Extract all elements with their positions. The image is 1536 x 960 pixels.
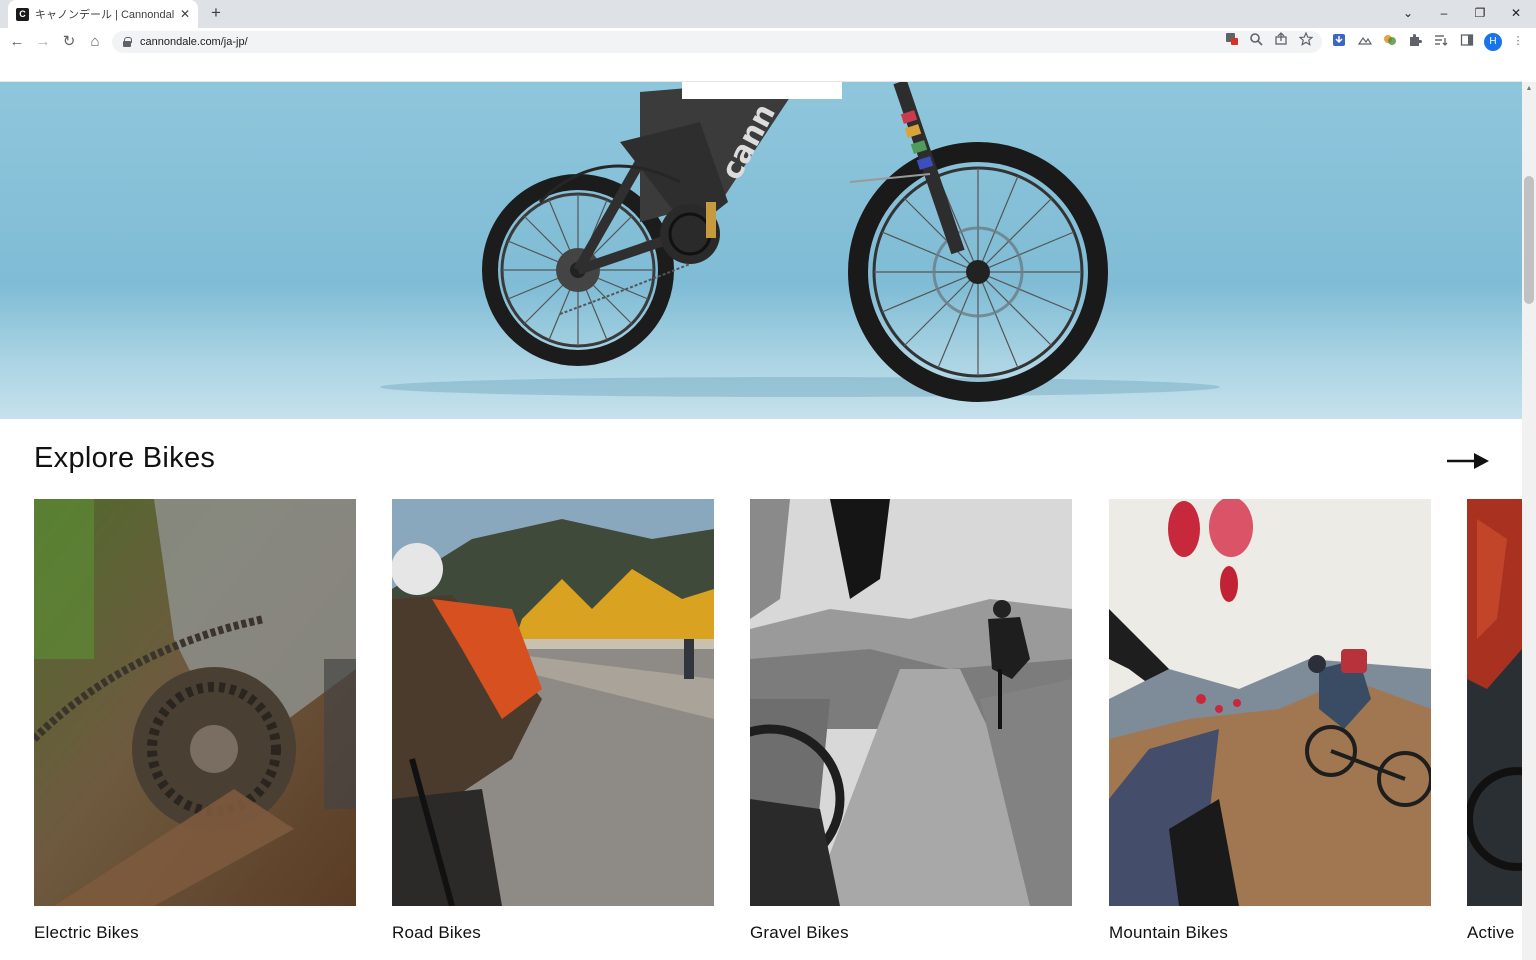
section-title: Explore Bikes xyxy=(34,442,216,474)
bookmark-star-icon[interactable] xyxy=(1298,31,1314,48)
download-extension-icon[interactable] xyxy=(1331,33,1347,49)
reload-button[interactable]: ↻ xyxy=(59,32,79,52)
close-window-button[interactable]: ✕ xyxy=(1498,0,1534,28)
minimize-button[interactable]: – xyxy=(1426,0,1462,28)
browser-tab-strip: C キャノンデール | Cannondale Bikes - ✕ + ⌄ – ❐… xyxy=(0,0,1536,28)
carousel-next-button[interactable] xyxy=(1446,450,1490,472)
lock-icon xyxy=(122,37,132,47)
colorful-extension-icon[interactable] xyxy=(1382,33,1398,49)
share-icon[interactable] xyxy=(1273,32,1289,48)
profile-avatar[interactable]: H xyxy=(1484,33,1502,51)
mountain-extension-icon[interactable] xyxy=(1357,33,1373,49)
browser-menu-icon[interactable]: ⋮ xyxy=(1510,33,1526,49)
site-header xyxy=(0,56,1522,82)
zoom-icon[interactable] xyxy=(1248,32,1264,48)
category-label-active[interactable]: Active xyxy=(1467,923,1515,943)
tab-close-icon[interactable]: ✕ xyxy=(178,7,192,21)
category-label-mountain[interactable]: Mountain Bikes xyxy=(1109,923,1228,943)
reading-list-icon[interactable] xyxy=(1433,33,1449,49)
puzzle-extensions-icon[interactable] xyxy=(1407,33,1423,49)
arrow-right-icon xyxy=(1447,453,1489,469)
back-button[interactable]: ← xyxy=(7,32,27,52)
address-bar[interactable]: cannondale.com/ja-jp/ xyxy=(112,31,1322,53)
category-card-active[interactable]: Active xyxy=(1467,499,1522,942)
browser-toolbar: ← → ↻ ⌂ cannondale.com/ja-jp/ H ⋮ xyxy=(0,28,1536,56)
scrollbar-thumb[interactable] xyxy=(1524,176,1534,304)
category-image-mountain[interactable] xyxy=(1109,499,1431,906)
category-card-gravel[interactable]: Gravel Bikes xyxy=(750,499,1072,942)
restore-button[interactable]: ❐ xyxy=(1462,0,1498,28)
browser-tab[interactable]: C キャノンデール | Cannondale Bikes - ✕ xyxy=(8,0,198,28)
cannondale-favicon: C xyxy=(16,7,29,21)
category-label-electric[interactable]: Electric Bikes xyxy=(34,923,139,943)
translate-icon[interactable] xyxy=(1224,32,1240,48)
page-scrollbar[interactable]: ▲ xyxy=(1522,82,1536,960)
tab-title: キャノンデール | Cannondale Bikes - xyxy=(35,9,174,21)
ebike-illustration: cann xyxy=(380,82,1220,402)
side-panel-icon[interactable] xyxy=(1459,33,1475,49)
category-image-active[interactable] xyxy=(1467,499,1522,906)
hero-overlay-tab xyxy=(682,82,842,99)
category-image-road[interactable] xyxy=(392,499,714,906)
category-label-gravel[interactable]: Gravel Bikes xyxy=(750,923,849,943)
category-image-electric[interactable] xyxy=(34,499,356,906)
home-button[interactable]: ⌂ xyxy=(85,32,105,52)
scroll-up-arrow-icon[interactable]: ▲ xyxy=(1522,82,1536,96)
web-page: cann Explore Bikes Electric Bikes Road B… xyxy=(0,56,1522,960)
new-tab-button[interactable]: + xyxy=(206,3,226,23)
category-label-road[interactable]: Road Bikes xyxy=(392,923,481,943)
hero-banner-image[interactable]: cann xyxy=(0,82,1522,419)
category-card-electric[interactable]: Electric Bikes xyxy=(34,499,356,942)
forward-button[interactable]: → xyxy=(33,32,53,52)
front-wheel xyxy=(848,142,1108,402)
category-image-gravel[interactable] xyxy=(750,499,1072,906)
category-card-road[interactable]: Road Bikes xyxy=(392,499,714,942)
url-text: cannondale.com/ja-jp/ xyxy=(140,36,248,48)
category-card-mountain[interactable]: Mountain Bikes xyxy=(1109,499,1431,942)
tab-search-button[interactable]: ⌄ xyxy=(1390,0,1426,28)
